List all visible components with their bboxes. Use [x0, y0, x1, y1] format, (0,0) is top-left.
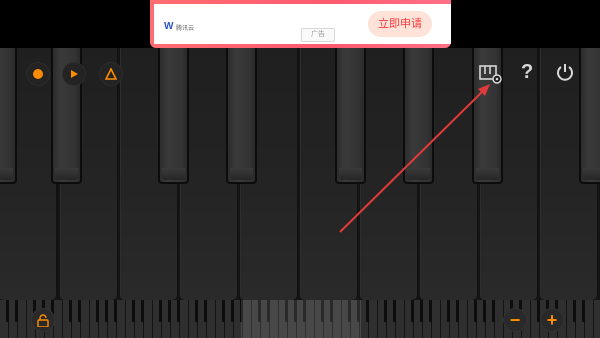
help-button[interactable]: ?	[521, 61, 533, 84]
mini-white-key	[18, 300, 27, 338]
mini-white-key	[207, 300, 216, 338]
zoom-out-button[interactable]: −	[504, 309, 526, 331]
black-key[interactable]	[158, 48, 189, 184]
metronome-icon	[105, 68, 117, 80]
mini-white-key	[432, 300, 441, 338]
play-icon	[71, 70, 78, 78]
ad-apply-button[interactable]: 立即申请	[368, 11, 432, 37]
piano-keyboard[interactable]: ?	[0, 48, 600, 300]
mini-white-key	[495, 300, 504, 338]
mini-white-key	[117, 300, 126, 338]
ad-close-icon[interactable]: ✕	[434, 3, 442, 14]
record-icon	[33, 69, 43, 79]
black-key[interactable]	[579, 48, 600, 184]
metronome-button[interactable]	[100, 63, 122, 85]
visible-range-window[interactable]	[241, 300, 361, 338]
mini-white-key	[396, 300, 405, 338]
black-key[interactable]	[335, 48, 366, 184]
mini-white-key	[81, 300, 90, 338]
black-key[interactable]	[226, 48, 257, 184]
mini-white-key	[144, 300, 153, 338]
record-button[interactable]	[27, 63, 49, 85]
ad-banner[interactable]: W 腾讯云 广告 立即申请 ✕	[150, 0, 451, 48]
keyboard-settings-icon	[479, 65, 502, 84]
black-key[interactable]	[403, 48, 434, 184]
lock-button[interactable]	[32, 309, 54, 331]
mini-white-key	[459, 300, 468, 338]
ad-logo: W	[164, 21, 174, 32]
keyboard-settings-button[interactable]	[479, 64, 503, 91]
play-button[interactable]	[63, 63, 85, 85]
zoom-in-button[interactable]: +	[541, 309, 563, 331]
black-key[interactable]	[0, 48, 17, 184]
power-icon	[557, 64, 573, 81]
mini-white-key	[180, 300, 189, 338]
mini-white-key	[369, 300, 378, 338]
mini-white-key	[54, 300, 63, 338]
ad-brand: 腾讯云	[176, 26, 195, 32]
lock-icon	[37, 313, 49, 327]
piano-app: W 腾讯云 广告 立即申请 ✕ ? − +	[0, 0, 600, 338]
mini-white-key	[585, 300, 594, 338]
power-button[interactable]	[555, 63, 575, 88]
ad-tag: 广告	[301, 28, 335, 42]
